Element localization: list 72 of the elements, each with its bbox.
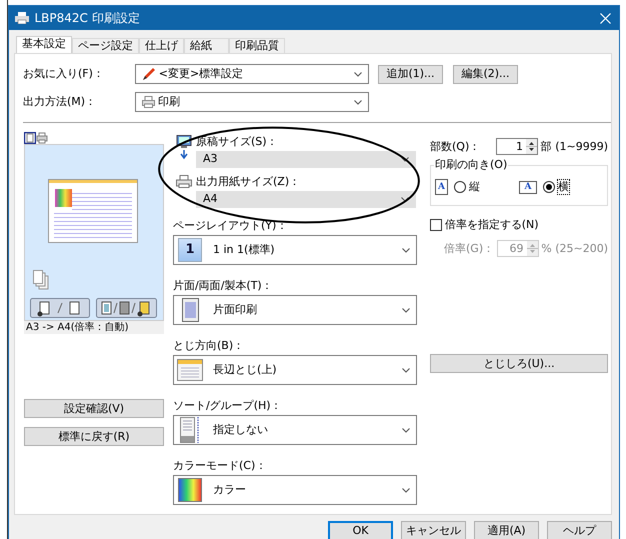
radio-label: 縦 xyxy=(468,180,480,194)
field-label: ソート/グループ(H)： xyxy=(173,399,283,413)
monitor-icon xyxy=(176,135,192,161)
field-label: 片面/両面/製本(T)： xyxy=(173,279,274,293)
paper-size-dropdown: A3 xyxy=(196,151,416,168)
field-label: お気に入り(F)： xyxy=(23,67,105,81)
chevron-icon xyxy=(402,248,410,252)
checkbox-label: 倍率を指定する(N) xyxy=(444,218,539,232)
group-label: 印刷の向き(O) xyxy=(434,158,508,172)
field-label: 出力用紙サイズ(Z)： xyxy=(196,175,302,189)
radio-button[interactable] xyxy=(454,181,466,193)
dialog-button[interactable]: OK xyxy=(328,521,393,539)
window-title: LBP842C 印刷設定 xyxy=(34,10,140,27)
dialog-button[interactable]: 適用(A) xyxy=(474,521,539,539)
document-icon xyxy=(182,298,198,322)
field-label: カラーモード(C)： xyxy=(173,459,268,473)
add-button[interactable]: 追加(1)... xyxy=(378,64,443,84)
layout-icon: 1 xyxy=(178,238,202,262)
field-label: 倍率(G)： xyxy=(444,242,496,256)
pencil-icon xyxy=(142,67,156,81)
setting-dropdown[interactable]: 指定しない xyxy=(173,415,417,445)
printer-icon xyxy=(142,96,155,108)
unit-label: % (25~200) xyxy=(541,242,608,256)
chevron-icon xyxy=(402,368,410,372)
spin-arrows-icon xyxy=(526,139,537,154)
setting-dropdown[interactable]: カラー xyxy=(173,475,417,505)
chevron-icon xyxy=(401,197,409,202)
printer-icon xyxy=(176,175,192,188)
preview-caption: A3 -> A4(倍率：自動) xyxy=(24,321,164,334)
copies-spinner[interactable]: 1 xyxy=(496,138,538,155)
setting-dropdown[interactable]: 長辺とじ(上) xyxy=(173,355,417,385)
dialog-button[interactable]: ヘルプ xyxy=(547,521,612,539)
printer-icon xyxy=(15,12,29,24)
color-mode-button[interactable] xyxy=(96,298,157,318)
chevron-icon xyxy=(402,488,410,492)
gutter-button[interactable]: とじしろ(U)... xyxy=(430,354,608,373)
output-method-dropdown[interactable]: 印刷 xyxy=(135,92,369,112)
field-label: 出力方法(M)： xyxy=(23,95,98,109)
chevron-icon xyxy=(354,72,362,76)
copies-stack-icon xyxy=(33,270,49,290)
tab[interactable]: 給紙 xyxy=(184,38,229,53)
tab[interactable]: 基本設定 xyxy=(16,36,72,53)
setting-dropdown[interactable]: 片面印刷 xyxy=(173,295,417,325)
chevron-icon xyxy=(401,157,409,162)
chevron-icon xyxy=(354,100,362,104)
duplex-mode-button[interactable] xyxy=(30,298,90,318)
close-icon[interactable] xyxy=(600,12,611,24)
binding-top-icon xyxy=(177,359,203,381)
landscape-page-icon: A xyxy=(519,180,537,194)
portrait-page-icon: A xyxy=(435,179,448,195)
tab[interactable]: ページ設定 xyxy=(72,38,139,53)
check-settings-button[interactable]: 設定確認(V) xyxy=(24,399,164,418)
field-label: とじ方向(B)： xyxy=(173,339,246,353)
edit-button[interactable]: 編集(2)... xyxy=(453,64,518,84)
setting-dropdown[interactable]: 1 1 in 1(標準) xyxy=(173,235,417,265)
tab[interactable]: 仕上げ xyxy=(139,38,184,53)
radio-label: 横 xyxy=(558,180,569,194)
paper-size-dropdown: A4 xyxy=(196,191,416,208)
restore-defaults-button[interactable]: 標準に戻す(R) xyxy=(24,427,164,446)
radio-button[interactable] xyxy=(543,181,555,193)
unit-label: 部 (1~9999) xyxy=(540,140,608,154)
field-label: 部数(Q)： xyxy=(430,140,482,154)
chevron-icon xyxy=(402,428,410,432)
favorites-dropdown[interactable]: <変更>標準設定 xyxy=(135,64,369,84)
color-gradient-icon xyxy=(178,478,202,502)
chevron-icon xyxy=(402,308,410,312)
dialog-button[interactable]: キャンセル xyxy=(401,521,466,539)
tab[interactable]: 印刷品質 xyxy=(229,38,285,53)
sort-icon xyxy=(180,417,200,443)
spin-arrows-icon xyxy=(526,241,538,256)
scale-spinner: 69 xyxy=(496,240,538,257)
page-view-icon[interactable] xyxy=(24,132,36,144)
